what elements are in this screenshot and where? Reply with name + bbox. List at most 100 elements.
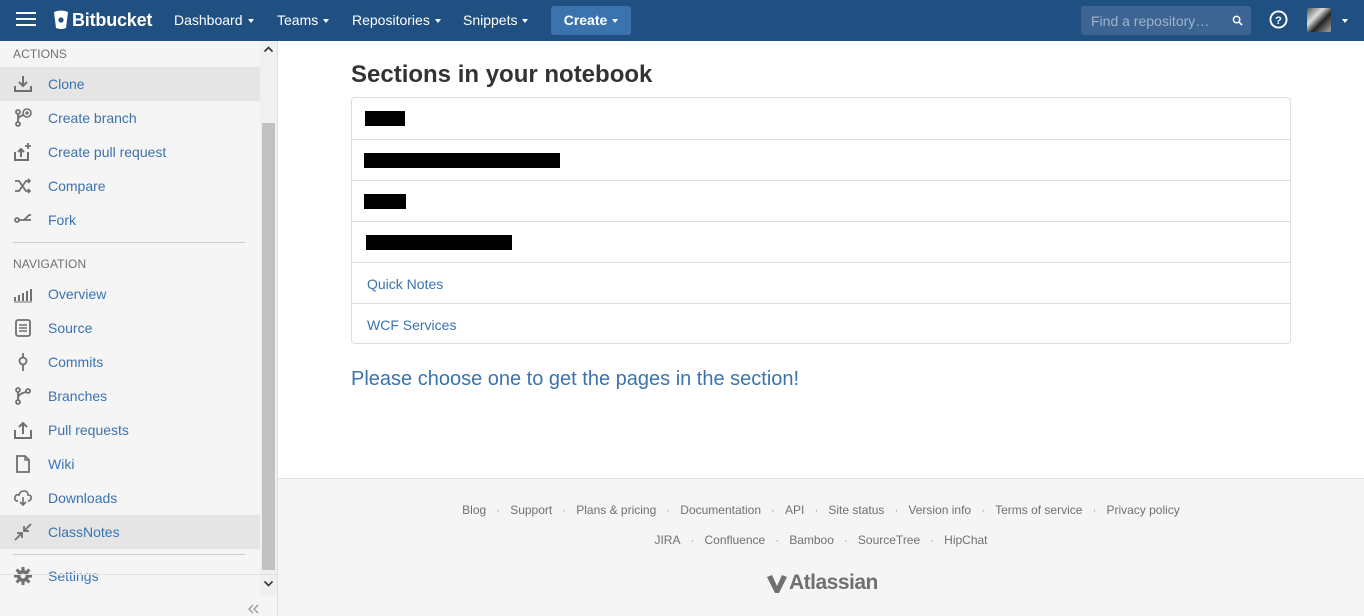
redacted-label <box>366 235 512 250</box>
cloud-download-icon <box>14 490 32 507</box>
page-title: Sections in your notebook <box>351 61 653 88</box>
footer-link-site-status[interactable]: Site status <box>828 503 884 517</box>
sidebar-item-settings[interactable]: Settings <box>0 559 260 593</box>
footer-separator: · <box>562 503 567 517</box>
sidebar-item-label: Fork <box>48 212 76 228</box>
footer: Blog · Support · Plans & pricing · Documentati… <box>278 478 1364 616</box>
atlassian-icon <box>767 575 787 593</box>
pull-request-add-icon <box>14 143 31 161</box>
section-item-wcf-services[interactable]: WCF Services <box>352 303 1290 344</box>
sidebar-divider <box>13 242 245 243</box>
nav-dashboard[interactable]: Dashboard <box>174 0 254 41</box>
footer-link-plans-pricing[interactable]: Plans & pricing <box>576 503 656 517</box>
section-item[interactable] <box>352 98 1290 139</box>
sidebar-item-wiki[interactable]: Wiki <box>0 447 260 481</box>
top-navigation-bar: Bitbucket Dashboard Teams Repositories S… <box>0 0 1364 41</box>
svg-text:?: ? <box>1275 15 1282 27</box>
sidebar-divider <box>13 554 245 555</box>
footer-link-documentation[interactable]: Documentation <box>680 503 761 517</box>
bar-chart-icon <box>14 289 32 303</box>
section-item-quick-notes[interactable]: Quick Notes <box>352 262 1290 303</box>
redacted-label <box>365 111 405 126</box>
section-link[interactable]: Quick Notes <box>367 276 443 292</box>
footer-link-bamboo[interactable]: Bamboo <box>789 533 834 547</box>
redacted-label <box>364 194 406 209</box>
footer-links-products: JIRA · Confluence · Bamboo · SourceTree · HipCha… <box>278 533 1364 547</box>
sidebar-item-classnotes[interactable]: ClassNotes <box>0 515 260 549</box>
chevron-down-icon[interactable] <box>1342 19 1348 23</box>
footer-separator: · <box>690 533 695 547</box>
shuffle-icon <box>15 178 32 194</box>
footer-separator: · <box>981 503 986 517</box>
collapse-sidebar-icon[interactable] <box>246 604 260 614</box>
user-avatar[interactable] <box>1307 8 1331 32</box>
sidebar-item-fork[interactable]: Fork <box>0 203 260 237</box>
footer-separator: · <box>930 533 935 547</box>
scroll-up-arrow-icon[interactable] <box>260 41 277 58</box>
nav-teams[interactable]: Teams <box>277 0 330 41</box>
bucket-icon <box>54 10 68 29</box>
download-icon <box>14 76 32 92</box>
section-item[interactable] <box>352 180 1290 221</box>
sidebar-content: ACTIONS Clone Create branch Create pull … <box>0 41 260 596</box>
footer-separator: · <box>496 503 501 517</box>
sidebar-item-overview[interactable]: Overview <box>0 277 260 311</box>
footer-separator: · <box>843 533 848 547</box>
bitbucket-logo[interactable]: Bitbucket <box>53 9 152 31</box>
footer-link-api[interactable]: API <box>785 503 804 517</box>
footer-link-terms[interactable]: Terms of service <box>995 503 1082 517</box>
sidebar-item-label: Downloads <box>48 490 118 506</box>
footer-link-blog[interactable]: Blog <box>462 503 486 517</box>
footer-link-version-info[interactable]: Version info <box>908 503 971 517</box>
sidebar-item-label: Commits <box>48 354 104 370</box>
choose-section-message: Please choose one to get the pages in th… <box>351 368 800 390</box>
create-button[interactable]: Create <box>551 6 631 35</box>
section-item[interactable] <box>352 139 1290 180</box>
footer-separator: · <box>771 503 775 517</box>
nav-repositories[interactable]: Repositories <box>352 0 441 41</box>
sidebar-item-pull-requests[interactable]: Pull requests <box>0 413 260 447</box>
sidebar-item-downloads[interactable]: Downloads <box>0 481 260 515</box>
redacted-label <box>364 153 560 168</box>
sidebar-item-clone[interactable]: Clone <box>0 67 260 101</box>
scrollbar-thumb[interactable] <box>262 123 275 570</box>
repository-sidebar: ACTIONS Clone Create branch Create pull … <box>0 41 278 616</box>
fork-icon <box>14 214 31 223</box>
footer-link-hipchat[interactable]: HipChat <box>944 533 987 547</box>
footer-link-support[interactable]: Support <box>510 503 552 517</box>
repository-search[interactable] <box>1081 6 1251 35</box>
sidebar-item-branches[interactable]: Branches <box>0 379 260 413</box>
brand-name: Bitbucket <box>72 9 153 30</box>
sidebar-item-label: Pull requests <box>48 422 129 438</box>
sidebar-item-compare[interactable]: Compare <box>0 169 260 203</box>
sidebar-item-label: Create pull request <box>48 144 167 160</box>
search-icon[interactable] <box>1232 15 1243 26</box>
pull-request-icon <box>14 421 32 439</box>
sidebar-item-commits[interactable]: Commits <box>0 345 260 379</box>
sidebar-scrollbar[interactable] <box>260 41 277 596</box>
help-icon[interactable]: ? <box>1269 10 1288 29</box>
sidebar-item-source[interactable]: Source <box>0 311 260 345</box>
sidebar-item-label: Overview <box>48 286 107 302</box>
section-link[interactable]: WCF Services <box>367 317 456 333</box>
commit-icon <box>18 353 28 371</box>
sidebar-item-label: Branches <box>48 388 108 404</box>
nav-snippets[interactable]: Snippets <box>463 0 529 41</box>
sidebar-item-label: Create branch <box>48 110 137 126</box>
sidebar-item-create-pull-request[interactable]: Create pull request <box>0 135 260 169</box>
footer-separator: · <box>666 503 671 517</box>
menu-icon[interactable] <box>16 12 36 28</box>
section-item[interactable] <box>352 221 1290 262</box>
search-input[interactable] <box>1081 6 1231 35</box>
footer-separator: · <box>775 533 780 547</box>
atlassian-logo[interactable]: Atlassian <box>766 571 878 595</box>
sidebar-item-create-branch[interactable]: Create branch <box>0 101 260 135</box>
footer-link-sourcetree[interactable]: SourceTree <box>858 533 920 547</box>
scroll-down-arrow-icon[interactable] <box>260 575 277 592</box>
actions-heading: ACTIONS <box>13 47 68 61</box>
gear-icon <box>14 567 32 585</box>
footer-link-privacy[interactable]: Privacy policy <box>1106 503 1179 517</box>
footer-link-confluence[interactable]: Confluence <box>704 533 765 547</box>
footer-link-jira[interactable]: JIRA <box>654 533 680 547</box>
branch-add-icon <box>15 108 32 127</box>
